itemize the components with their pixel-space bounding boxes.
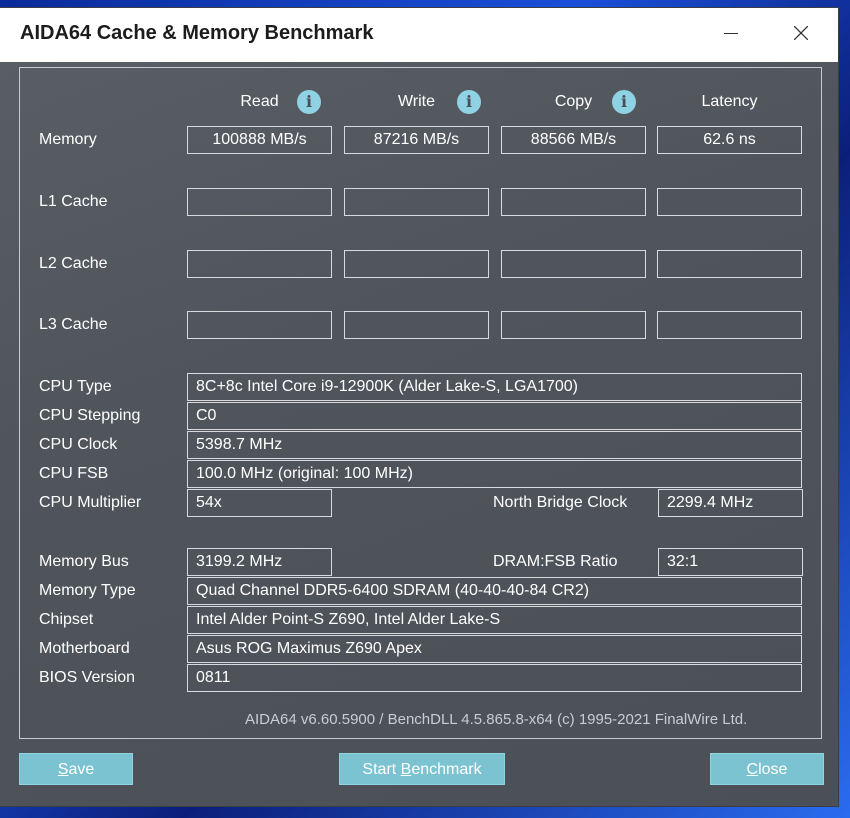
info-icon[interactable]: i	[457, 90, 481, 114]
l3-copy-value	[501, 311, 646, 339]
bios-version-label: BIOS Version	[39, 669, 136, 686]
cpu-type-label: CPU Type	[39, 378, 112, 395]
memory-bus-label: Memory Bus	[39, 553, 129, 570]
cpu-clock-label: CPU Clock	[39, 436, 118, 453]
minimize-button[interactable]	[716, 20, 746, 46]
l1-write-value	[344, 188, 489, 216]
cpu-stepping-label: CPU Stepping	[39, 407, 141, 424]
row-label-memory: Memory	[39, 131, 97, 148]
cpu-fsb-label: CPU FSB	[39, 465, 109, 482]
cpu-stepping-value: C0	[187, 402, 802, 430]
bios-version-value: 0811	[187, 664, 802, 692]
l3-write-value	[344, 311, 489, 339]
l2-copy-value	[501, 250, 646, 278]
row-label-l3-cache: L3 Cache	[39, 316, 108, 333]
info-icon[interactable]: i	[297, 90, 321, 114]
start-benchmark-button[interactable]: Start Benchmark	[339, 753, 505, 785]
motherboard-label: Motherboard	[39, 640, 130, 657]
benchmark-window: AIDA64 Cache & Memory Benchmark Read i W…	[0, 8, 838, 806]
l3-read-value	[187, 311, 332, 339]
close-window-button[interactable]	[786, 20, 816, 46]
window-title: AIDA64 Cache & Memory Benchmark	[20, 22, 374, 44]
cpu-multiplier-label: CPU Multiplier	[39, 494, 142, 511]
chipset-value: Intel Alder Point-S Z690, Intel Alder La…	[187, 606, 802, 634]
memory-copy-value: 88566 MB/s	[501, 126, 646, 154]
motherboard-value: Asus ROG Maximus Z690 Apex	[187, 635, 802, 663]
north-bridge-clock-label: North Bridge Clock	[493, 494, 628, 511]
memory-read-value: 100888 MB/s	[187, 126, 332, 154]
row-label-l2-cache: L2 Cache	[39, 255, 108, 272]
info-icon[interactable]: i	[612, 90, 636, 114]
memory-bus-value: 3199.2 MHz	[187, 548, 332, 576]
l2-read-value	[187, 250, 332, 278]
title-bar[interactable]: AIDA64 Cache & Memory Benchmark	[0, 8, 838, 62]
cpu-type-value: 8C+8c Intel Core i9-12900K (Alder Lake-S…	[187, 373, 802, 401]
dram-fsb-ratio-label: DRAM:FSB Ratio	[493, 553, 618, 570]
cpu-clock-value: 5398.7 MHz	[187, 431, 802, 459]
l1-latency-value	[657, 188, 802, 216]
dram-fsb-ratio-value: 32:1	[658, 548, 803, 576]
column-header-latency: Latency	[701, 93, 758, 110]
chipset-label: Chipset	[39, 611, 94, 628]
row-label-l1-cache: L1 Cache	[39, 193, 108, 210]
north-bridge-clock-value: 2299.4 MHz	[658, 489, 803, 517]
version-footer: AIDA64 v6.60.5900 / BenchDLL 4.5.865.8-x…	[245, 711, 748, 728]
l1-copy-value	[501, 188, 646, 216]
cpu-multiplier-value: 54x	[187, 489, 332, 517]
results-panel: Read i Write i Copy i Latency Memory 100…	[19, 67, 822, 739]
close-button[interactable]: Close	[710, 753, 824, 785]
l1-read-value	[187, 188, 332, 216]
memory-write-value: 87216 MB/s	[344, 126, 489, 154]
close-icon	[794, 26, 808, 40]
memory-type-value: Quad Channel DDR5-6400 SDRAM (40-40-40-8…	[187, 577, 802, 605]
l3-latency-value	[657, 311, 802, 339]
memory-type-label: Memory Type	[39, 582, 136, 599]
memory-latency-value: 62.6 ns	[657, 126, 802, 154]
l2-write-value	[344, 250, 489, 278]
l2-latency-value	[657, 250, 802, 278]
cpu-fsb-value: 100.0 MHz (original: 100 MHz)	[187, 460, 802, 488]
save-button[interactable]: Save	[19, 753, 133, 785]
